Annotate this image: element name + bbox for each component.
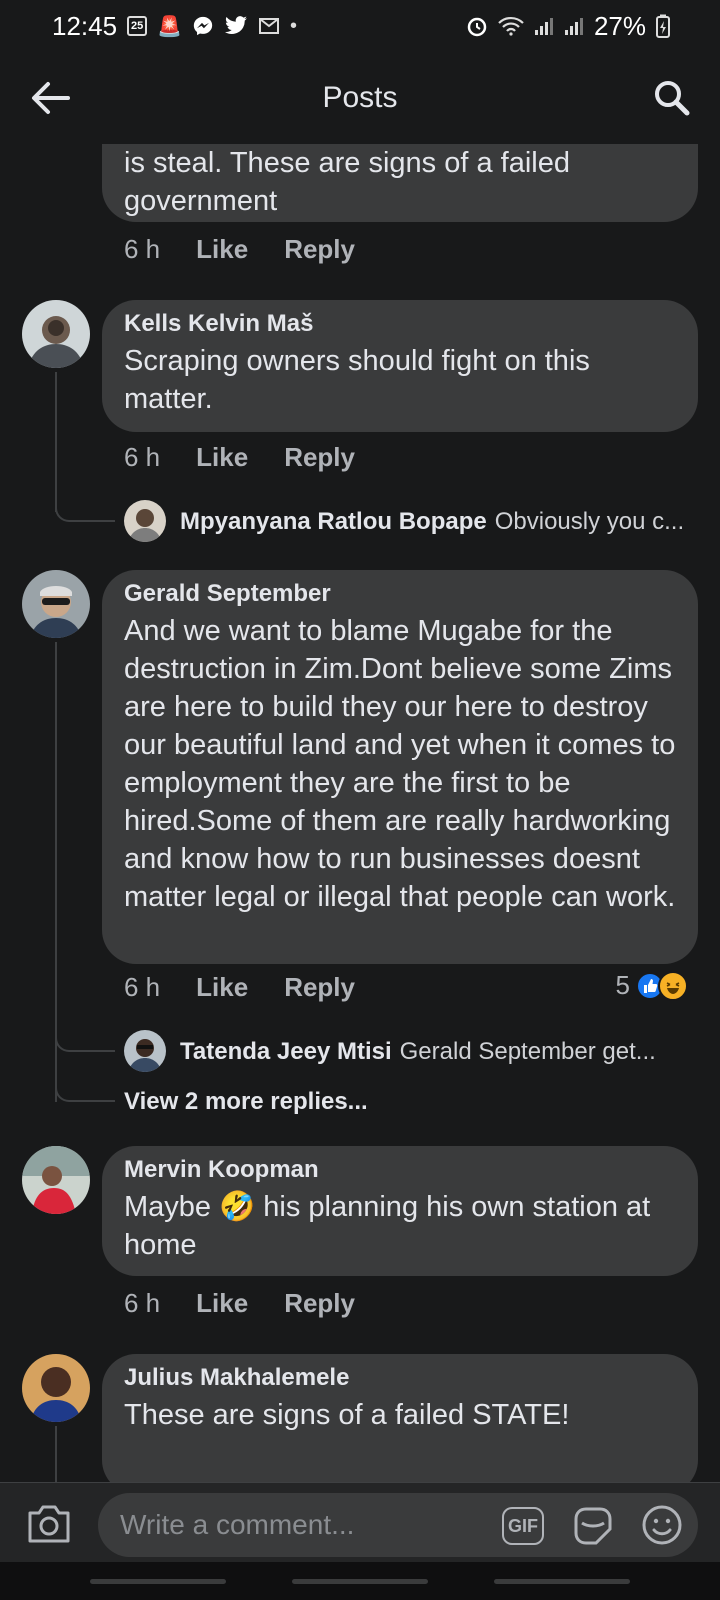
reply-avatar[interactable]	[124, 500, 166, 542]
like-button[interactable]: Like	[196, 1288, 248, 1319]
comment-text: These are signs of a failed STATE!	[124, 1399, 570, 1431]
comment-author[interactable]: Kells Kelvin Maš	[124, 310, 676, 338]
comment-time: 6 h	[124, 234, 161, 264]
battery-percent: 27%	[593, 10, 646, 41]
thread-line	[55, 1426, 57, 1482]
avatar[interactable]	[22, 570, 90, 638]
thread-connector	[55, 492, 115, 522]
camera-button[interactable]	[26, 1503, 72, 1545]
app-header: Posts	[0, 52, 720, 144]
reply-preview[interactable]: Mpyanyana Ratlou Bopape Obviously you c..…	[180, 508, 700, 536]
avatar[interactable]	[22, 1354, 90, 1422]
recent-apps-button[interactable]	[90, 1579, 226, 1584]
calendar-icon: 25	[127, 16, 148, 36]
signal-icon-1	[534, 16, 554, 36]
comment-time: 6 h	[124, 972, 161, 1002]
sticker-icon	[574, 1507, 612, 1545]
like-button[interactable]: Like	[196, 972, 248, 1003]
gif-button[interactable]: GIF	[502, 1507, 544, 1545]
comments-feed[interactable]: is steal. These are signs of a failed go…	[0, 144, 720, 1482]
camera-icon	[28, 1505, 70, 1543]
thread-line	[55, 372, 57, 512]
comment-bubble[interactable]: Mervin Koopman Maybe 🤣 his planning his …	[102, 1146, 698, 1276]
thread-connector	[55, 1024, 115, 1052]
system-nav-bar	[0, 1562, 720, 1600]
comment-author[interactable]: Gerald September	[124, 580, 676, 608]
status-time: 12:45	[52, 10, 118, 41]
comment-actions: 6 h Like Reply	[124, 1288, 391, 1319]
wifi-icon	[498, 16, 524, 36]
more-notifications-dot-icon: •	[289, 14, 297, 37]
comment-bubble[interactable]: Gerald September And we want to blame Mu…	[102, 570, 698, 964]
reply-avatar[interactable]	[124, 1030, 166, 1072]
page-title: Posts	[322, 81, 398, 114]
reply-author[interactable]: Tatenda Jeey Mtisi	[180, 1038, 392, 1065]
comment-text: Maybe 🤣 his planning his own station at …	[124, 1188, 676, 1264]
comment-composer: GIF	[0, 1482, 720, 1562]
reply-author[interactable]: Mpyanyana Ratlou Bopape	[180, 508, 487, 535]
reply-preview[interactable]: Tatenda Jeey Mtisi Gerald September get..…	[180, 1038, 700, 1066]
smiley-icon	[642, 1505, 682, 1545]
emoji-button[interactable]	[640, 1503, 684, 1547]
alarm-icon	[466, 15, 488, 37]
back-button[interactable]	[26, 74, 74, 122]
reply-button[interactable]: Reply	[284, 234, 355, 265]
back-system-button[interactable]	[494, 1579, 630, 1584]
comment-text-start: Maybe	[124, 1191, 212, 1223]
comment-text: Scraping owners should fight on this mat…	[124, 345, 590, 415]
twitter-icon	[224, 16, 248, 36]
reply-button[interactable]: Reply	[284, 442, 355, 473]
reply-snippet: Gerald September get...	[399, 1038, 656, 1065]
comment-author[interactable]: Julius Makhalemele	[124, 1364, 676, 1392]
comment-bubble[interactable]: is steal. These are signs of a failed go…	[102, 144, 698, 222]
comment-time: 6 h	[124, 1288, 161, 1318]
search-icon	[655, 81, 690, 116]
comment-bubble[interactable]: Kells Kelvin Maš Scraping owners should …	[102, 300, 698, 432]
thread-connector	[55, 1074, 115, 1102]
home-button[interactable]	[292, 1579, 428, 1584]
status-left: 12:45 25 🚨 •	[52, 11, 297, 42]
search-button[interactable]	[648, 74, 696, 122]
sticker-button[interactable]	[570, 1505, 616, 1547]
comment-time: 6 h	[124, 442, 161, 472]
avatar[interactable]	[22, 300, 90, 368]
status-bar: 12:45 25 🚨 • 27%	[0, 0, 720, 52]
reply-button[interactable]: Reply	[284, 972, 355, 1003]
comment-author[interactable]: Mervin Koopman	[124, 1156, 676, 1184]
like-button[interactable]: Like	[196, 234, 248, 265]
reaction-summary[interactable]: 5	[616, 970, 688, 1001]
comment-actions: 6 h Like Reply	[124, 442, 391, 473]
reply-button[interactable]: Reply	[284, 1288, 355, 1319]
comment-text: And we want to blame Mugabe for the dest…	[124, 615, 676, 913]
reaction-count: 5	[615, 970, 630, 1000]
gmail-icon	[258, 17, 280, 35]
laughing-emoji-icon: 🤣	[219, 1191, 256, 1223]
like-button[interactable]: Like	[196, 442, 248, 473]
comment-actions: 6 h Like Reply	[124, 972, 391, 1003]
avatar[interactable]	[22, 1146, 90, 1214]
arrow-left-icon	[32, 82, 70, 114]
view-more-replies-link[interactable]: View 2 more replies...	[124, 1088, 368, 1116]
comment-actions: 6 h Like Reply	[124, 234, 391, 265]
comment-text: is steal. These are signs of a failed go…	[124, 147, 570, 217]
messenger-icon	[192, 15, 214, 37]
notification-icon: 🚨	[157, 15, 182, 38]
battery-charging-icon	[656, 14, 670, 38]
comment-bubble[interactable]: Julius Makhalemele These are signs of a …	[102, 1354, 698, 1482]
status-right: 27%	[466, 11, 670, 42]
signal-icon-2	[564, 16, 584, 36]
reply-snippet: Obviously you c...	[494, 508, 685, 535]
haha-reaction-icon	[658, 970, 688, 1001]
